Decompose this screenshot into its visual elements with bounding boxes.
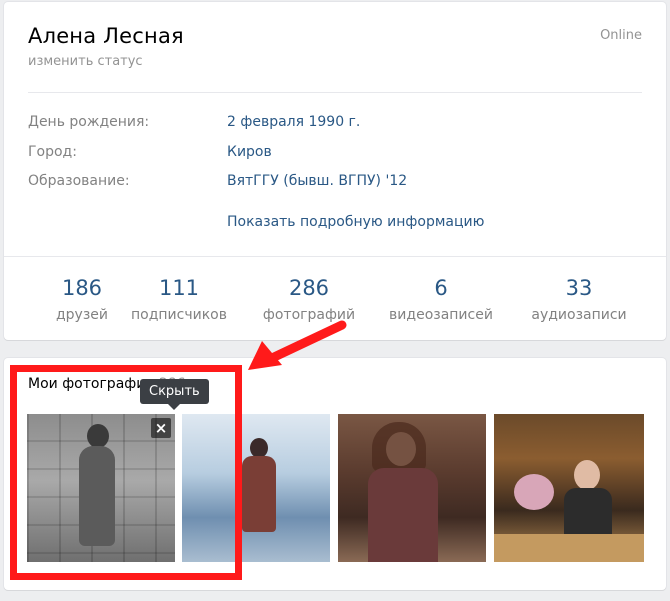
counter-number: 111 [158, 276, 200, 300]
hide-tooltip: Скрыть [140, 379, 209, 410]
change-status-link[interactable]: изменить статус [28, 54, 143, 69]
counter-number: 186 [61, 276, 103, 300]
online-status: Online [600, 28, 642, 43]
counter-label: видеозаписей [389, 307, 493, 323]
photo-thumbnail-1[interactable]: × [27, 414, 175, 562]
photos-card: Мои фотографии 286 × [4, 358, 666, 590]
education-value[interactable]: ВятГГУ (бывш. ВГПУ) '12 [227, 173, 407, 189]
photo-thumbnail-2[interactable] [182, 414, 330, 562]
counter-videos[interactable]: 6 видеозаписей [386, 275, 496, 323]
birthday-label: День рождения: [28, 114, 150, 130]
hide-photo-button[interactable]: × [151, 418, 171, 438]
counter-followers[interactable]: 111 подписчиков [126, 275, 232, 323]
counter-label: друзей [55, 307, 108, 323]
counter-number: 6 [434, 276, 448, 300]
city-label: Город: [28, 144, 77, 160]
counter-label: аудиозаписи [531, 307, 627, 323]
education-label: Образование: [28, 173, 130, 189]
profile-card: Алена Лесная изменить статус Online День… [4, 2, 666, 340]
city-value[interactable]: Киров [227, 144, 272, 160]
profile-name: Алена Лесная [28, 24, 184, 48]
show-details-link[interactable]: Показать подробную информацию [227, 214, 484, 230]
divider [28, 92, 642, 93]
counter-audio[interactable]: 33 аудиозаписи [524, 275, 634, 323]
photos-title-text: Мои фотографии [28, 376, 155, 392]
counter-number: 286 [288, 276, 330, 300]
birthday-value[interactable]: 2 февраля 1990 г. [227, 114, 360, 130]
counter-friends[interactable]: 186 друзей [32, 275, 132, 323]
photo-thumbnail-3[interactable] [338, 414, 486, 562]
photo-thumbnail-4[interactable] [494, 414, 644, 562]
counter-number: 33 [565, 276, 593, 300]
red-arrow-icon [248, 320, 347, 370]
counters-divider [4, 256, 666, 257]
counter-label: подписчиков [131, 307, 227, 323]
